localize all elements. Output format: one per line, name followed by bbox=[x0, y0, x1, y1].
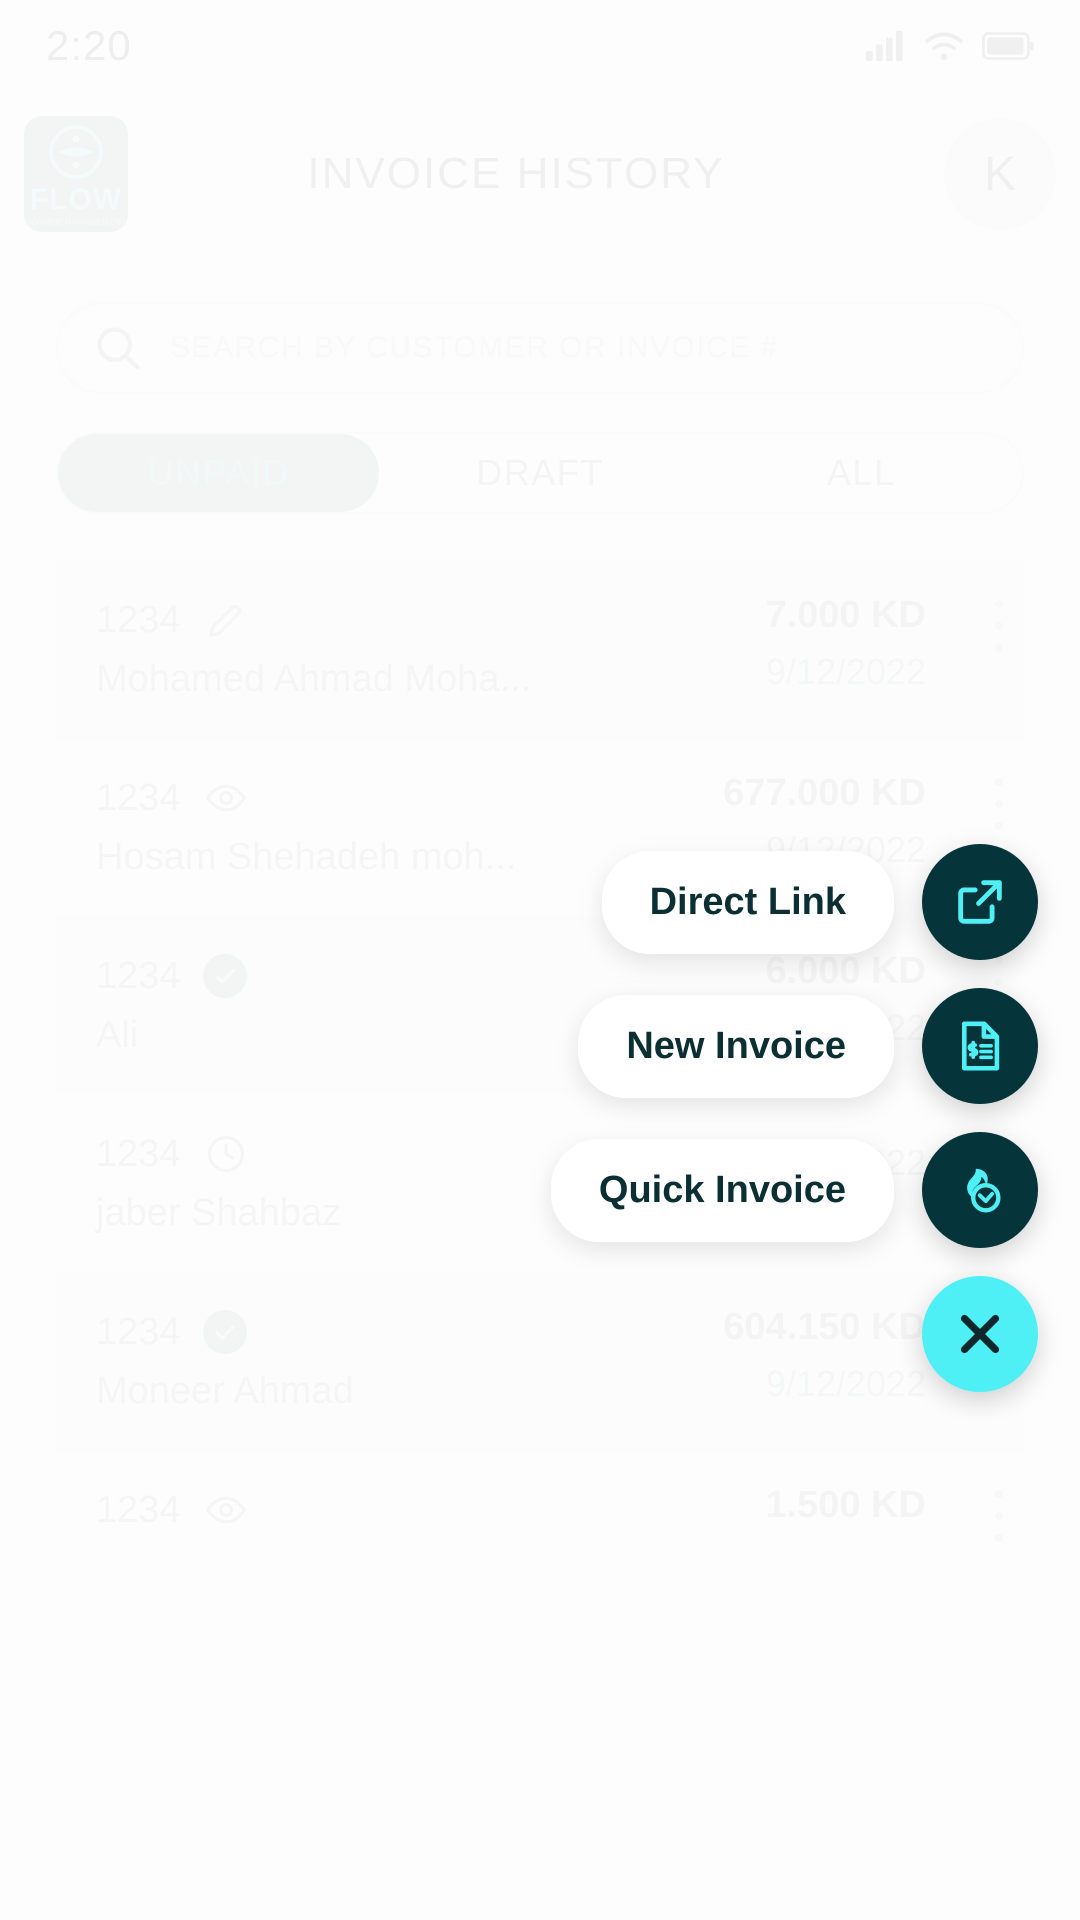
new-invoice-button[interactable] bbox=[922, 988, 1038, 1104]
wifi-icon bbox=[925, 32, 963, 61]
avatar-initial: K bbox=[983, 147, 1016, 201]
invoice-number: 1234 bbox=[96, 598, 181, 641]
dot bbox=[995, 800, 1003, 808]
customer-name: Mohamed Ahmad Moha... bbox=[96, 658, 532, 700]
invoice-number: 1234 bbox=[96, 1488, 181, 1531]
dot bbox=[995, 1534, 1003, 1542]
speed-dial-action-new-invoice[interactable]: New Invoice bbox=[551, 988, 1038, 1104]
invoice-date: 9/12/2022 bbox=[765, 651, 926, 692]
invoice-row-main: 1234 Mohamed Ahmad Moha... bbox=[96, 594, 765, 701]
search-placeholder: SEARCH BY CUSTOMER OR INVOICE # bbox=[170, 331, 779, 364]
speed-dial-label[interactable]: Quick Invoice bbox=[550, 1138, 894, 1242]
check-circle-icon[interactable] bbox=[202, 1310, 247, 1354]
invoice-row-wrapper[interactable]: 1234 1.500 KD bbox=[56, 1450, 1024, 1628]
app-bar: FLOW INVOICE MANAGEMENT INVOICE HISTORY … bbox=[0, 92, 1080, 256]
invoice-row-meta: 1.500 KD bbox=[765, 1484, 984, 1541]
invoice-row-header: 1234 bbox=[96, 1484, 765, 1536]
logo-subtitle: INVOICE MANAGEMENT bbox=[25, 218, 127, 227]
row-overflow-menu[interactable] bbox=[984, 1450, 1014, 1542]
dot bbox=[995, 1490, 1003, 1498]
invoice-number: 1234 bbox=[96, 776, 181, 819]
speed-dial-menu: Direct Link New Invoice Quick Invoice bbox=[550, 844, 1038, 1420]
invoice-amount: 1.500 KD bbox=[765, 1484, 926, 1526]
dot bbox=[995, 600, 1003, 608]
check-circle-icon[interactable] bbox=[202, 954, 247, 998]
close-icon bbox=[960, 1314, 1000, 1354]
row-overflow-menu[interactable] bbox=[984, 738, 1014, 830]
status-bar: 2:20 bbox=[0, 0, 1080, 92]
eye-icon[interactable] bbox=[203, 775, 249, 821]
speed-dial-label[interactable]: Direct Link bbox=[601, 850, 894, 954]
dot bbox=[995, 622, 1003, 630]
battery-icon bbox=[982, 32, 1034, 60]
direct-link-button[interactable] bbox=[922, 844, 1038, 960]
table-row[interactable]: 1234 Mohamed Ahmad Moha... 7.000 KD 9/12… bbox=[56, 560, 1024, 738]
table-row[interactable]: 1234 1.500 KD bbox=[56, 1450, 1024, 1628]
invoice-row-meta: 7.000 KD 9/12/2022 bbox=[765, 594, 984, 693]
invoice-row-main: 1234 bbox=[96, 1484, 765, 1548]
invoice-number: 1234 bbox=[96, 954, 181, 997]
speed-dial-action-quick-invoice[interactable]: Quick Invoice bbox=[550, 1132, 1038, 1248]
tab-unpaid[interactable]: UNPAID bbox=[58, 434, 380, 512]
invoice-number: 1234 bbox=[96, 1310, 181, 1353]
tab-draft[interactable]: DRAFT bbox=[379, 434, 700, 512]
invoice-history-screen: 2:20 FLOW INVOICE MANAGEMENT INVOICE HIS… bbox=[0, 0, 1080, 1920]
pencil-icon[interactable] bbox=[203, 597, 249, 643]
dot bbox=[995, 822, 1003, 830]
clock-icon[interactable] bbox=[203, 1131, 249, 1177]
flame-clock-icon bbox=[967, 1168, 1001, 1213]
dot bbox=[995, 644, 1003, 652]
invoice-row-wrapper[interactable]: 1234 Mohamed Ahmad Moha... 7.000 KD 9/12… bbox=[56, 560, 1024, 738]
speed-dial-close-row[interactable] bbox=[551, 1276, 1038, 1392]
page-title: INVOICE HISTORY bbox=[307, 149, 725, 198]
dot bbox=[995, 778, 1003, 786]
quick-invoice-button[interactable] bbox=[922, 1132, 1038, 1248]
invoice-number: 1234 bbox=[96, 1132, 181, 1175]
close-speed-dial-button[interactable] bbox=[922, 1276, 1038, 1392]
status-time: 2:20 bbox=[46, 22, 132, 69]
search-input[interactable]: SEARCH BY CUSTOMER OR INVOICE # bbox=[56, 302, 1024, 394]
avatar[interactable]: K bbox=[944, 118, 1056, 230]
invoice-document-icon bbox=[961, 1021, 1000, 1071]
invoice-row-header: 1234 bbox=[96, 594, 765, 646]
status-filter-tabs: UNPAID DRAFT ALL bbox=[56, 432, 1024, 514]
row-overflow-menu[interactable] bbox=[984, 560, 1014, 652]
invoice-amount: 7.000 KD bbox=[765, 594, 926, 636]
invoice-row-header: 1234 bbox=[96, 772, 723, 824]
invoice-amount: 677.000 KD bbox=[723, 772, 926, 814]
speed-dial-label[interactable]: New Invoice bbox=[578, 994, 894, 1098]
external-link-icon bbox=[958, 880, 1002, 924]
signal-icon bbox=[866, 31, 903, 61]
dot bbox=[995, 1512, 1003, 1520]
search-icon bbox=[97, 327, 140, 370]
speed-dial-action-direct-link[interactable]: Direct Link bbox=[551, 844, 1038, 960]
eye-icon[interactable] bbox=[203, 1487, 249, 1533]
status-icons bbox=[866, 31, 1034, 61]
tab-all[interactable]: ALL bbox=[701, 434, 1022, 512]
